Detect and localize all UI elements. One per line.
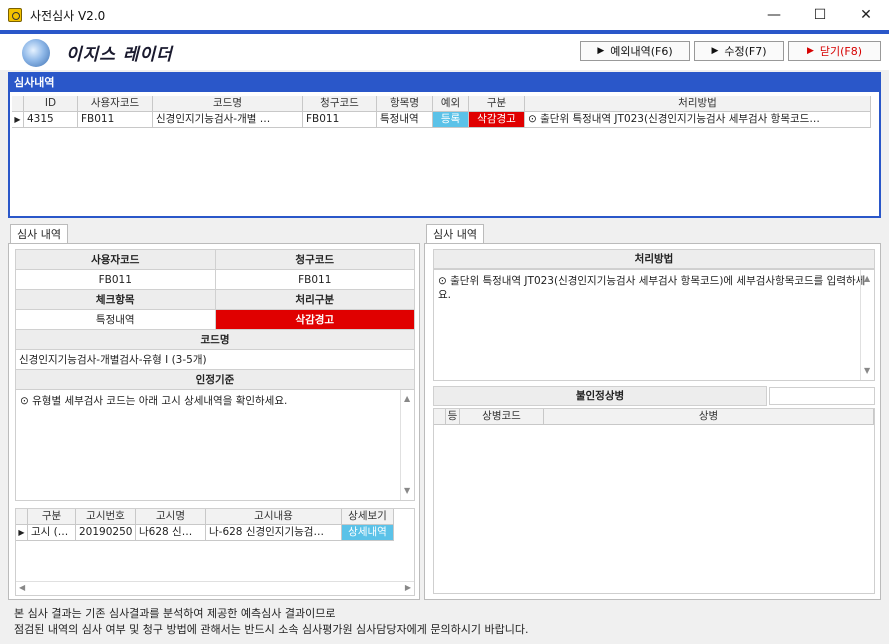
row-selector-icon: ▶: [16, 525, 28, 541]
exception-badge[interactable]: 등록: [433, 112, 469, 128]
review-list-group: 심사내역 ID 사용자코드 코드명 청구코드 항목명 예외 구분 처리방법 ▶ …: [8, 72, 881, 218]
table-row[interactable]: ▶ 4315 FB011 신경인지기능검사-개별 … FB011 특정내역 등록…: [12, 112, 871, 128]
criteria-textbox[interactable]: ⊙ 유형별 세부검사 코드는 아래 고시 상세내역을 확인하세요. ▲ ▼: [15, 389, 415, 501]
left-info-table: 사용자코드 청구코드 FB011 FB011 체크항목 처리구분 특정내역 삭감…: [15, 249, 415, 390]
footer-line-1: 본 심사 결과는 기존 심사결과를 분석하여 제공한 예측심사 결과이므로: [14, 607, 336, 620]
review-grid-header: ID 사용자코드 코드명 청구코드 항목명 예외 구분 처리방법: [12, 96, 871, 112]
claim-code-value: FB011: [214, 269, 415, 290]
row-selector-icon: ▶: [12, 112, 24, 128]
col-category[interactable]: 구분: [469, 96, 525, 112]
process-label: 처리구분: [214, 289, 415, 310]
notice-grid: 구분 고시번호 고시명 고시내용 상세보기 ▶ 고시 (… 20190250 나…: [15, 508, 415, 596]
col-notice-number[interactable]: 고시번호: [76, 509, 136, 525]
scroll-down-icon[interactable]: ▼: [864, 364, 870, 378]
user-code-value: FB011: [15, 269, 216, 290]
review-grid: ID 사용자코드 코드명 청구코드 항목명 예외 구분 처리방법 ▶ 4315 …: [12, 96, 871, 128]
col-disease-rank[interactable]: 등: [446, 409, 460, 425]
footer-line-2: 점검된 내역의 심사 여부 및 청구 방법에 관해서는 반드시 소속 심사평가원…: [14, 623, 529, 636]
col-notice-detail[interactable]: 상세보기: [342, 509, 394, 525]
tab-right-review[interactable]: 심사 내역: [426, 224, 484, 244]
except-list-button[interactable]: ▶ 예외내역(F6): [580, 41, 690, 61]
check-item-label: 체크항목: [15, 289, 216, 310]
play-icon: ▶: [806, 46, 814, 56]
detail-view-button[interactable]: 상세내역: [342, 525, 394, 541]
scroll-up-icon[interactable]: ▲: [864, 272, 870, 286]
scroll-down-icon[interactable]: ▼: [404, 484, 410, 498]
col-notice-content[interactable]: 고시내용: [206, 509, 342, 525]
method-scrollbar[interactable]: ▲ ▼: [860, 270, 874, 380]
col-notice-type[interactable]: 구분: [28, 509, 76, 525]
left-review-panel: 사용자코드 청구코드 FB011 FB011 체크항목 처리구분 특정내역 삭감…: [8, 243, 420, 600]
col-user-code[interactable]: 사용자코드: [78, 96, 153, 112]
code-name-value: 신경인지기능검사-개별검사-유형 I (3-5개): [15, 349, 415, 370]
user-code-label: 사용자코드: [15, 249, 216, 270]
criteria-label: 인정기준: [15, 369, 415, 390]
close-button[interactable]: ▶ 닫기(F8): [788, 41, 881, 61]
disease-grid-header: 등 상병코드 상병: [434, 409, 874, 425]
logo-text: 이지스 레이더: [66, 45, 173, 65]
maximize-button[interactable]: ☐: [797, 0, 843, 30]
method-textbox[interactable]: ⊙ 출단위 특정내역 JT023(신경인지기능검사 세부검사 항목코드)에 세부…: [433, 269, 875, 381]
scroll-right-icon[interactable]: ▶: [405, 583, 411, 592]
criteria-scrollbar[interactable]: ▲ ▼: [400, 390, 414, 500]
footer-notice: 본 심사 결과는 기존 심사결과를 분석하여 제공한 예측심사 결과이므로 점검…: [14, 606, 528, 638]
disease-grid: 등 상병코드 상병: [433, 408, 875, 594]
code-name-label: 코드명: [15, 329, 415, 350]
col-disease-code[interactable]: 상병코드: [460, 409, 544, 425]
check-item-value: 특정내역: [15, 309, 216, 330]
right-review-panel: 처리방법 ⊙ 출단위 특정내역 JT023(신경인지기능검사 세부검사 항목코드…: [424, 243, 881, 600]
notice-grid-header: 구분 고시번호 고시명 고시내용 상세보기: [16, 509, 414, 525]
review-list-title: 심사내역: [10, 74, 879, 92]
col-id[interactable]: ID: [24, 96, 78, 112]
minimize-button[interactable]: —: [751, 0, 797, 30]
disease-input[interactable]: [769, 387, 875, 405]
play-icon: ▶: [597, 46, 605, 56]
disease-label: 불인정상병: [433, 386, 767, 406]
table-row[interactable]: ▶ 고시 (… 20190250 나628 신… 나-628 신경인지기능검… …: [16, 525, 414, 541]
col-method[interactable]: 처리방법: [525, 96, 871, 112]
col-notice-name[interactable]: 고시명: [136, 509, 206, 525]
col-code-name[interactable]: 코드명: [153, 96, 303, 112]
play-icon: ▶: [711, 46, 719, 56]
title-bar: 사전심사 V2.0 — ☐ ✕: [0, 0, 889, 30]
app-header: 이지스 레이더 ▶ 예외내역(F6) ▶ 수정(F7) ▶ 닫기(F8): [0, 34, 889, 70]
method-label: 처리방법: [433, 249, 875, 269]
category-badge: 삭감경고: [469, 112, 525, 128]
tab-left-review[interactable]: 심사 내역: [10, 224, 68, 244]
close-window-button[interactable]: ✕: [843, 0, 889, 30]
col-exception[interactable]: 예외: [433, 96, 469, 112]
scroll-up-icon[interactable]: ▲: [404, 392, 410, 406]
edit-button[interactable]: ▶ 수정(F7): [694, 41, 784, 61]
col-item-name[interactable]: 항목명: [377, 96, 433, 112]
window-title: 사전심사 V2.0: [30, 8, 106, 23]
claim-code-label: 청구코드: [214, 249, 415, 270]
app-icon: [8, 8, 22, 22]
col-claim-code[interactable]: 청구코드: [303, 96, 377, 112]
process-value: 삭감경고: [214, 309, 415, 330]
notice-hscrollbar[interactable]: ◀ ▶: [16, 581, 414, 595]
logo-disc-icon: [22, 39, 50, 67]
col-disease-name[interactable]: 상병: [544, 409, 874, 425]
scroll-left-icon[interactable]: ◀: [19, 583, 25, 592]
